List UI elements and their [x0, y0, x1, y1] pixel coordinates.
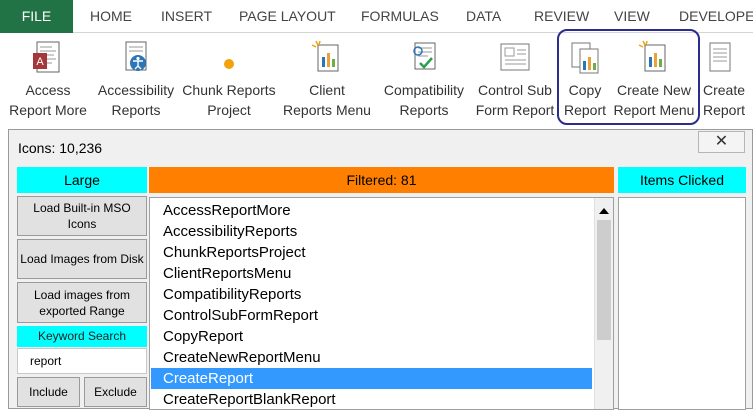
chunk-reports-project-label: Chunk Reports Project — [182, 82, 276, 118]
load-images-from-range-button[interactable]: Load images from exported Range — [17, 282, 147, 323]
list-item[interactable]: CopyReport — [151, 326, 592, 347]
access-report-more-icon: A — [33, 41, 60, 73]
large-header: Large — [17, 167, 147, 193]
create-report-button[interactable]: Create Report — [700, 33, 753, 125]
create-report-icon — [709, 42, 731, 72]
list-item[interactable]: ClientReportsMenu — [151, 263, 592, 284]
compatibility-reports-button[interactable]: Compatibility Reports — [376, 33, 472, 125]
svg-text:A: A — [36, 56, 44, 68]
scrollbar-thumb[interactable] — [597, 220, 611, 340]
control-sub-form-report-label: Control Sub Form Report — [475, 82, 555, 118]
filtered-header: Filtered: 81 — [149, 167, 614, 193]
keyword-search-label: Keyword Search — [17, 326, 147, 347]
dialog-title: Icons: 10,236 — [18, 140, 103, 156]
client-reports-menu-icon — [311, 40, 339, 72]
client-reports-menu-label: Client Reports Menu — [283, 82, 371, 118]
accessibility-reports-label: Accessibility Reports — [97, 82, 175, 118]
tab-insert[interactable]: INSERT — [161, 0, 212, 33]
control-sub-form-report-button[interactable]: Control Sub Form Report — [470, 33, 560, 125]
create-report-label: Create Report — [703, 82, 746, 118]
compatibility-reports-label: Compatibility Reports — [383, 82, 465, 118]
list-item-selected[interactable]: CreateReport — [151, 368, 592, 389]
list-item[interactable]: CreateReportBlankReport — [151, 389, 592, 409]
tab-file[interactable]: FILE — [0, 0, 73, 33]
list-item[interactable]: ControlSubFormReport — [151, 305, 592, 326]
chunk-reports-project-button[interactable]: Chunk Reports Project — [180, 33, 278, 125]
list-item[interactable]: ChunkReportsProject — [151, 242, 592, 263]
list-item[interactable]: CreateNewReportMenu — [151, 347, 592, 368]
keyword-search-input[interactable]: report — [17, 348, 147, 374]
chunk-reports-project-icon — [224, 59, 234, 69]
filtered-icon-list[interactable]: AccessReportMore AccessibilityReports Ch… — [149, 197, 614, 410]
tab-data[interactable]: DATA — [466, 0, 501, 33]
scroll-up-arrow-icon[interactable] — [599, 208, 609, 214]
accessibility-reports-button[interactable]: Accessibility Reports — [93, 33, 179, 125]
exclude-button[interactable]: Exclude — [84, 377, 147, 407]
load-images-from-disk-button[interactable]: Load Images from Disk — [17, 239, 147, 279]
icons-dialog: Icons: 10,236 ✕ Large Filtered: 81 Items… — [8, 129, 753, 410]
load-builtin-mso-icons-button[interactable]: Load Built-in MSO Icons — [17, 196, 147, 236]
list-item[interactable]: AccessReportMore — [151, 200, 592, 221]
tab-home[interactable]: HOME — [90, 0, 132, 33]
close-icon: ✕ — [714, 133, 729, 150]
list-scrollbar[interactable] — [594, 198, 613, 409]
accessibility-reports-icon — [125, 41, 147, 71]
close-button[interactable]: ✕ — [698, 131, 745, 153]
client-reports-menu-button[interactable]: Client Reports Menu — [279, 33, 375, 125]
access-report-more-button[interactable]: A Access Report More — [0, 33, 96, 125]
items-clicked-list[interactable] — [618, 197, 746, 410]
list-item[interactable]: AccessibilityReports — [151, 221, 592, 242]
include-button[interactable]: Include — [17, 377, 80, 407]
items-clicked-header: Items Clicked — [618, 167, 746, 193]
compatibility-reports-icon — [413, 42, 436, 70]
control-sub-form-report-icon — [500, 43, 530, 71]
highlight-annotation — [557, 29, 700, 125]
access-report-more-label: Access Report More — [9, 82, 87, 118]
tab-page-layout[interactable]: PAGE LAYOUT — [239, 0, 336, 33]
tab-formulas[interactable]: FORMULAS — [361, 0, 439, 33]
list-item[interactable]: CompatibilityReports — [151, 284, 592, 305]
